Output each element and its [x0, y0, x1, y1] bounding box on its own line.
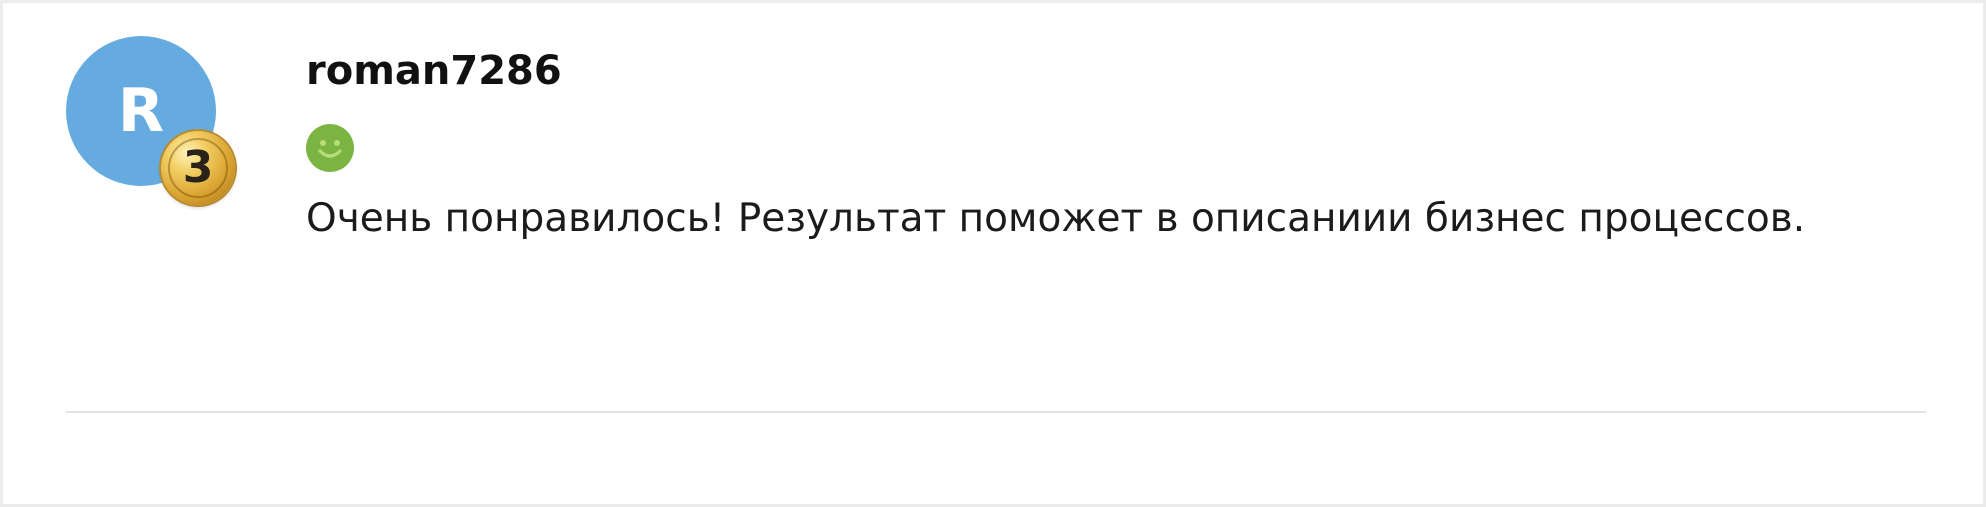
divider [66, 411, 1926, 413]
avatar-container[interactable]: R 3 [66, 36, 241, 211]
comment-text: Очень понравилось! Результат поможет в о… [306, 196, 1806, 241]
username-link[interactable]: roman7286 [306, 43, 562, 99]
level-number: 3 [168, 138, 228, 198]
level-badge: 3 [161, 131, 235, 205]
comment-card: R 3 roman7286 Очень понравилось! Результ… [0, 0, 1986, 507]
smiley-face-icon [306, 124, 354, 172]
